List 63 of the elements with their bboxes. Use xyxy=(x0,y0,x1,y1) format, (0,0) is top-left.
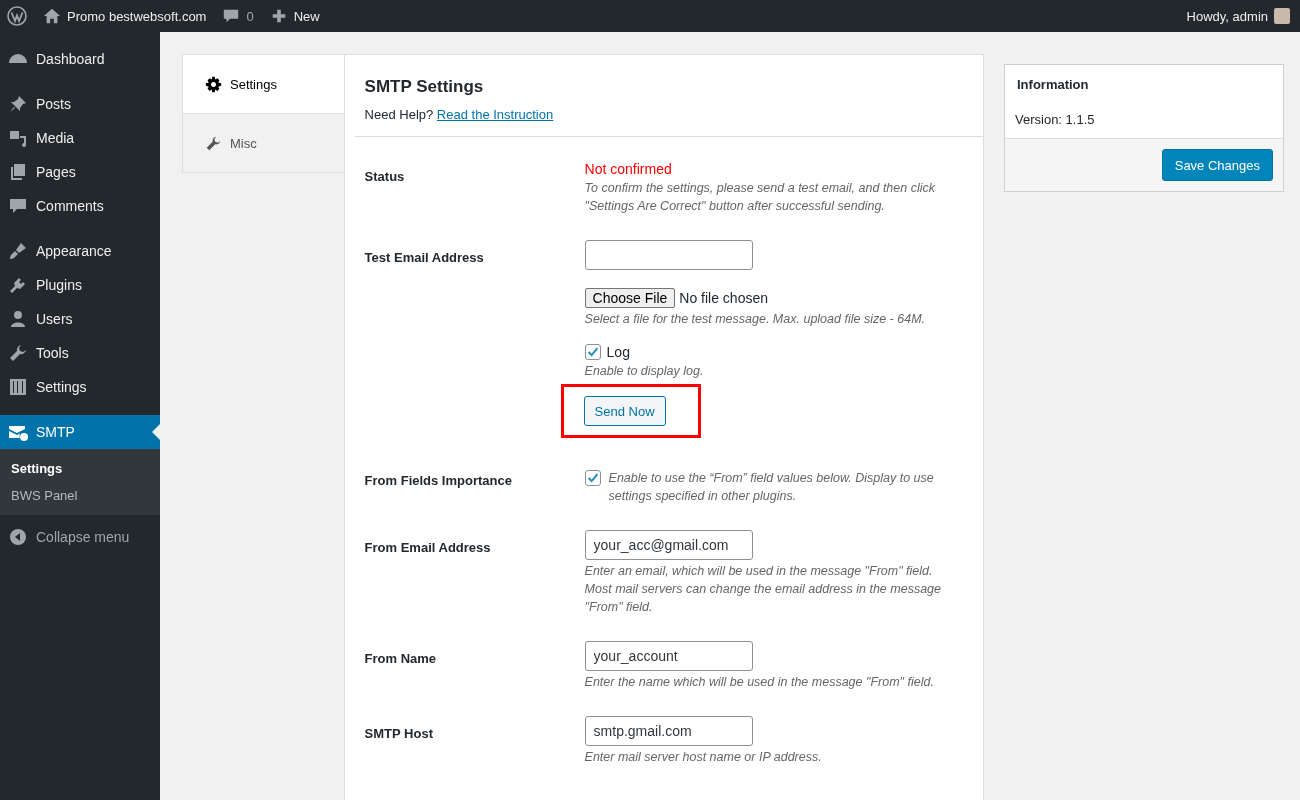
settings-tab[interactable]: Misc xyxy=(183,113,344,172)
field-description: Enter the name which will be used in the message "From" field. xyxy=(584,674,935,691)
greeting-link[interactable]: Howdy, admin xyxy=(1186,8,1268,24)
sidebar-item[interactable]: Tools xyxy=(0,336,160,370)
info-title: Information xyxy=(1016,76,1090,92)
settings-tab[interactable]: Settings xyxy=(183,55,344,113)
user-icon xyxy=(8,309,28,329)
version-text: Version: 1.1.5 xyxy=(1014,111,1096,129)
field-label: From Name xyxy=(364,650,438,668)
sidebar-item[interactable]: Comments xyxy=(0,189,160,223)
input-field[interactable]: your_account xyxy=(584,641,753,671)
file-status: No file chosen xyxy=(679,290,768,306)
sidebar-item[interactable]: Pages xyxy=(0,155,160,189)
input-field[interactable] xyxy=(584,240,753,270)
media-icon xyxy=(8,128,28,148)
collapse-menu-link[interactable]: Collapse menu xyxy=(36,529,130,545)
wordpress-logo-icon[interactable] xyxy=(7,6,27,26)
sidebar-item[interactable]: Media xyxy=(0,121,160,155)
brush-icon xyxy=(8,241,28,261)
field-description: Enter an email, which will be used in the message "From" field. Most mail servers can change the email address in the message "From" field. xyxy=(584,563,942,616)
field-description: Enable to display log. xyxy=(584,363,705,380)
field-description: Enable to use the “From” field values below. Display to use settings specified in other plugins. xyxy=(608,470,935,505)
speech-bubble-icon xyxy=(8,196,28,216)
home-icon[interactable] xyxy=(43,7,61,25)
sidebar-item[interactable]: Appearance xyxy=(0,234,160,268)
checkbox[interactable] xyxy=(584,470,601,486)
field-label: SMTP Host xyxy=(364,725,434,743)
send-now-button[interactable]: Send Now xyxy=(583,396,666,426)
page-title: SMTP Settings xyxy=(364,77,485,97)
help-label: Need Help? xyxy=(364,107,434,122)
pin-icon xyxy=(8,94,28,114)
sidebar-item[interactable]: Settings xyxy=(0,370,160,404)
instruction-link[interactable]: Read the Instruction xyxy=(436,107,554,122)
site-name-link[interactable]: Promo bestwebsoft.com xyxy=(67,8,207,24)
field-description: To confirm the settings, please send a test email, and then click "Settings Are Correct" button after successful sending. xyxy=(584,180,936,215)
gear-icon xyxy=(205,75,222,93)
field-label: From Email Address xyxy=(364,539,492,557)
submenu-item[interactable]: BWS Panel xyxy=(0,482,160,509)
field-label: Status xyxy=(364,168,406,186)
new-link[interactable]: New xyxy=(293,8,320,24)
sidebar-item[interactable]: Dashboard xyxy=(0,42,160,76)
plug-icon xyxy=(8,275,28,295)
status-text: Not confirmed xyxy=(584,160,673,177)
field-description: Select a file for the test message. Max. upload file size - 64M. xyxy=(584,311,926,328)
input-field[interactable]: smtp.gmail.com xyxy=(584,716,753,746)
choose-file-button[interactable]: Choose File xyxy=(584,288,676,308)
sidebar-item[interactable]: Plugins xyxy=(0,268,160,302)
wrench-icon xyxy=(8,343,28,363)
pages-icon xyxy=(8,162,28,182)
wrench-icon xyxy=(205,134,222,152)
submenu-item[interactable]: Settings xyxy=(0,455,160,482)
log-label: Log xyxy=(606,344,630,360)
save-changes-button[interactable]: Save Changes xyxy=(1161,149,1273,181)
sidebar-item[interactable]: Posts xyxy=(0,87,160,121)
sidebar-item[interactable]: SMTP xyxy=(0,415,160,449)
field-label: Test Email Address xyxy=(364,249,485,267)
input-field[interactable]: your_acc@gmail.com xyxy=(584,530,753,560)
field-label: From Fields Importance xyxy=(364,472,513,490)
checkbox[interactable] xyxy=(584,344,601,360)
sidebar-item[interactable]: Users xyxy=(0,302,160,336)
field-description: Enter mail server host name or IP address. xyxy=(584,749,823,766)
comments-count[interactable]: 0 xyxy=(246,8,254,24)
sliders-icon xyxy=(8,377,28,397)
